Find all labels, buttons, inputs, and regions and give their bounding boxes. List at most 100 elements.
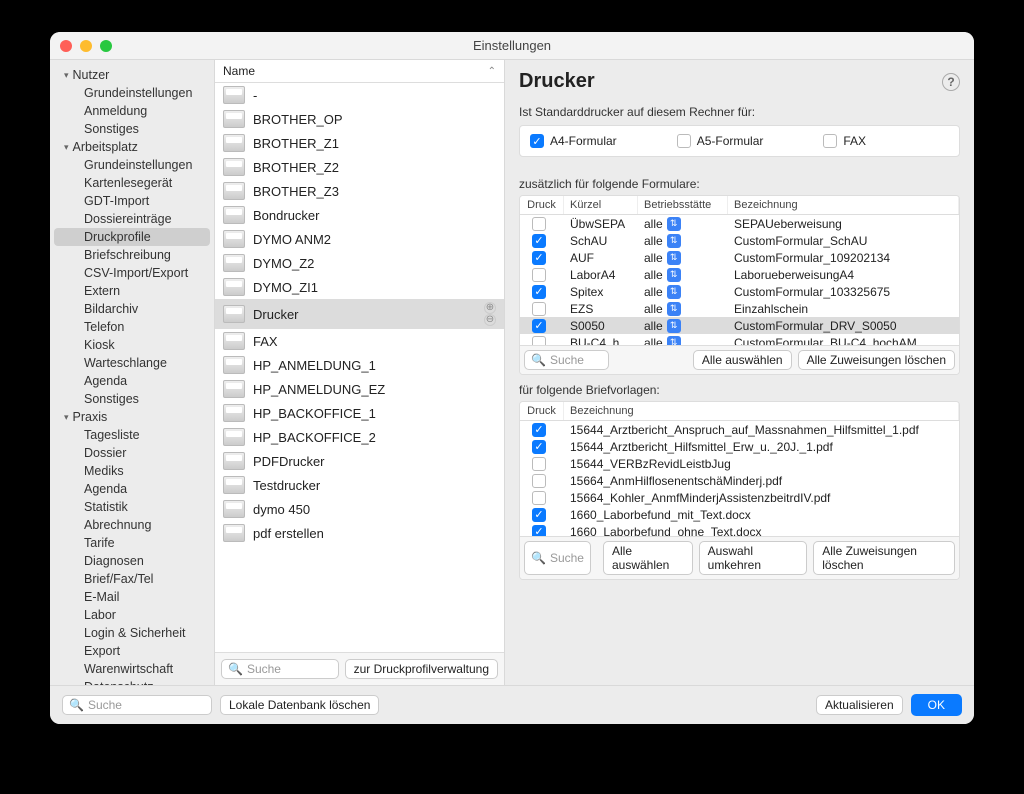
- printer-row[interactable]: HP_BACKOFFICE_2: [215, 425, 504, 449]
- refresh-button[interactable]: Aktualisieren: [816, 695, 903, 715]
- printer-row[interactable]: BROTHER_Z1: [215, 131, 504, 155]
- table-row[interactable]: 1660_Laborbefund_ohne_Text.docx: [520, 523, 959, 536]
- printer-row[interactable]: HP_BACKOFFICE_1: [215, 401, 504, 425]
- printer-row[interactable]: DYMO_ZI1: [215, 275, 504, 299]
- sidebar-group[interactable]: ▾Arbeitsplatz: [50, 138, 214, 156]
- manage-profiles-button[interactable]: zur Druckprofilverwaltung: [345, 659, 498, 679]
- sidebar-item[interactable]: Tarife: [54, 534, 210, 552]
- sidebar-item[interactable]: Brief/Fax/Tel: [54, 570, 210, 588]
- table-row[interactable]: 15644_Arztbericht_Hilfsmittel_Erw_u._20J…: [520, 438, 959, 455]
- table-row[interactable]: AUFalle⇅CustomFormular_109202134: [520, 249, 959, 266]
- checkbox[interactable]: [532, 508, 546, 522]
- col-bezeichnung[interactable]: Bezeichnung: [728, 196, 959, 214]
- table-row[interactable]: S0050alle⇅CustomFormular_DRV_S0050: [520, 317, 959, 334]
- sidebar-item[interactable]: Statistik: [54, 498, 210, 516]
- letters-invert-button[interactable]: Auswahl umkehren: [699, 541, 808, 575]
- sidebar-item[interactable]: Mediks: [54, 462, 210, 480]
- checkbox[interactable]: [532, 302, 546, 316]
- printer-row[interactable]: -: [215, 83, 504, 107]
- duplicate-icon[interactable]: ⊕: [484, 302, 496, 314]
- sidebar-item[interactable]: Diagnosen: [54, 552, 210, 570]
- remove-icon[interactable]: ⊖: [484, 314, 496, 326]
- checkbox[interactable]: [530, 134, 544, 148]
- dropdown-icon[interactable]: ⇅: [667, 251, 681, 265]
- global-search-input[interactable]: 🔍Suche: [62, 695, 212, 715]
- letters-search-input[interactable]: 🔍Suche: [524, 541, 591, 575]
- forms-search-input[interactable]: 🔍Suche: [524, 350, 609, 370]
- printer-row[interactable]: DYMO_Z2: [215, 251, 504, 275]
- sidebar-item[interactable]: Dossier: [54, 444, 210, 462]
- printer-row[interactable]: dymo 450: [215, 497, 504, 521]
- checkbox[interactable]: [532, 268, 546, 282]
- sidebar-item[interactable]: Agenda: [54, 480, 210, 498]
- printer-list-header[interactable]: Name ⌃: [215, 60, 504, 83]
- printer-row[interactable]: PDFDrucker: [215, 449, 504, 473]
- sidebar-item[interactable]: Bildarchiv: [54, 300, 210, 318]
- dropdown-icon[interactable]: ⇅: [667, 217, 681, 231]
- sidebar-item[interactable]: Warteschlange: [54, 354, 210, 372]
- table-row[interactable]: EZSalle⇅Einzahlschein: [520, 300, 959, 317]
- printer-row[interactable]: Drucker⊕⊖: [215, 299, 504, 329]
- col-kuerzel[interactable]: Kürzel: [564, 196, 638, 214]
- default-option[interactable]: FAX: [823, 134, 866, 148]
- table-row[interactable]: ÜbwSEPAalle⇅SEPAUeberweisung: [520, 215, 959, 232]
- sidebar-item[interactable]: Grundeinstellungen: [54, 156, 210, 174]
- printer-row[interactable]: Testdrucker: [215, 473, 504, 497]
- sidebar-item[interactable]: Dossiereinträge: [54, 210, 210, 228]
- checkbox[interactable]: [532, 217, 546, 231]
- printer-row[interactable]: pdf erstellen: [215, 521, 504, 545]
- table-row[interactable]: 15644_VERBzRevidLeistbJug: [520, 455, 959, 472]
- table-row[interactable]: LaborA4alle⇅LaborueberweisungA4: [520, 266, 959, 283]
- dropdown-icon[interactable]: ⇅: [667, 302, 681, 316]
- sidebar-item[interactable]: Grundeinstellungen: [54, 84, 210, 102]
- col-druck[interactable]: Druck: [520, 402, 564, 420]
- printer-row[interactable]: DYMO ANM2: [215, 227, 504, 251]
- forms-select-all-button[interactable]: Alle auswählen: [693, 350, 792, 370]
- default-option[interactable]: A5-Formular: [677, 134, 764, 148]
- sidebar-item[interactable]: Extern: [54, 282, 210, 300]
- table-row[interactable]: 1660_Laborbefund_mit_Text.docx: [520, 506, 959, 523]
- sidebar-item[interactable]: E-Mail: [54, 588, 210, 606]
- checkbox[interactable]: [532, 525, 546, 537]
- checkbox[interactable]: [532, 474, 546, 488]
- forms-clear-all-button[interactable]: Alle Zuweisungen löschen: [798, 350, 955, 370]
- default-option[interactable]: A4-Formular: [530, 134, 617, 148]
- sidebar-item[interactable]: Warenwirtschaft: [54, 660, 210, 678]
- printer-row[interactable]: HP_ANMELDUNG_1: [215, 353, 504, 377]
- dropdown-icon[interactable]: ⇅: [667, 268, 681, 282]
- col-bezeichnung[interactable]: Bezeichnung: [564, 402, 959, 420]
- printer-row[interactable]: FAX: [215, 329, 504, 353]
- table-row[interactable]: BU-C4_h...alle⇅CustomFormular_BU-C4_hoch…: [520, 334, 959, 345]
- sidebar-item[interactable]: Kiosk: [54, 336, 210, 354]
- checkbox[interactable]: [532, 457, 546, 471]
- table-row[interactable]: SchAUalle⇅CustomFormular_SchAU: [520, 232, 959, 249]
- checkbox[interactable]: [532, 319, 546, 333]
- sidebar-item[interactable]: Labor: [54, 606, 210, 624]
- printer-search-input[interactable]: 🔍 Suche: [221, 659, 339, 679]
- sidebar-item[interactable]: Sonstiges: [54, 120, 210, 138]
- checkbox[interactable]: [532, 234, 546, 248]
- table-row[interactable]: 15644_Arztbericht_Anspruch_auf_Massnahme…: [520, 421, 959, 438]
- sidebar-item[interactable]: Login & Sicherheit: [54, 624, 210, 642]
- sidebar-group[interactable]: ▾Praxis: [50, 408, 214, 426]
- sidebar-item[interactable]: Briefschreibung: [54, 246, 210, 264]
- table-row[interactable]: Spitexalle⇅CustomFormular_103325675: [520, 283, 959, 300]
- sidebar-item[interactable]: Anmeldung: [54, 102, 210, 120]
- checkbox[interactable]: [677, 134, 691, 148]
- table-row[interactable]: 15664_AnmHilflosenentschäMinderj.pdf: [520, 472, 959, 489]
- printer-list[interactable]: -BROTHER_OPBROTHER_Z1BROTHER_Z2BROTHER_Z…: [215, 83, 504, 652]
- sidebar-item[interactable]: Abrechnung: [54, 516, 210, 534]
- dropdown-icon[interactable]: ⇅: [667, 319, 681, 333]
- printer-row[interactable]: Bondrucker: [215, 203, 504, 227]
- checkbox[interactable]: [532, 285, 546, 299]
- checkbox[interactable]: [532, 336, 546, 346]
- col-betriebsstaette[interactable]: Betriebsstätte: [638, 196, 728, 214]
- ok-button[interactable]: OK: [911, 694, 962, 716]
- sidebar-item[interactable]: Telefon: [54, 318, 210, 336]
- help-icon[interactable]: ?: [942, 73, 960, 91]
- letters-clear-all-button[interactable]: Alle Zuweisungen löschen: [813, 541, 955, 575]
- checkbox[interactable]: [532, 423, 546, 437]
- printer-row[interactable]: BROTHER_Z2: [215, 155, 504, 179]
- sidebar-item[interactable]: GDT-Import: [54, 192, 210, 210]
- printer-row[interactable]: BROTHER_Z3: [215, 179, 504, 203]
